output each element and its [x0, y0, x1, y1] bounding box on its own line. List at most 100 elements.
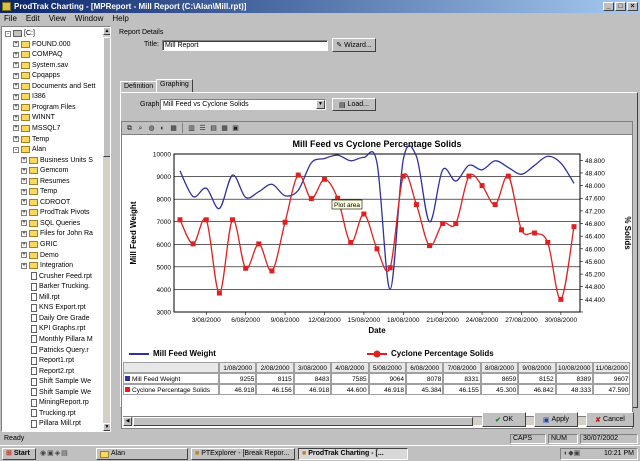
expand-icon[interactable]: + [21, 220, 27, 227]
scroll-up-arrow-icon[interactable]: ▲ [103, 27, 110, 35]
properties-icon[interactable]: ▣ [231, 124, 240, 133]
table-cell[interactable]: 8331 [443, 373, 481, 384]
expand-icon[interactable]: + [13, 72, 19, 79]
tab-definition[interactable]: Definition [120, 81, 158, 92]
menu-edit[interactable]: Edit [26, 13, 40, 25]
tree-item[interactable]: + Files for John Ra [21, 229, 93, 238]
tree-item[interactable]: Patricks Query.r [21, 346, 89, 355]
menu-window[interactable]: Window [75, 13, 103, 25]
app-icon[interactable] [2, 2, 11, 11]
tree-item[interactable]: + Documents and Sett [13, 82, 95, 91]
close-button[interactable]: × [627, 2, 638, 11]
tree-item[interactable]: Report1.rpt [21, 356, 74, 365]
expand-icon[interactable]: + [13, 114, 19, 121]
table-cell[interactable]: 45.300 [480, 384, 519, 395]
tree-item[interactable]: + Gemcom [21, 166, 68, 175]
tab-graphing[interactable]: Graphing [156, 79, 193, 92]
taskbar-item-alan[interactable]: Alan [96, 448, 188, 460]
tree-item[interactable]: KNS Export.rpt [21, 303, 86, 312]
table-column-header[interactable]: 9/08/2000 [518, 362, 556, 373]
table-cell[interactable]: 46.156 [256, 384, 294, 395]
load-button[interactable]: ▤ Load... [332, 98, 376, 111]
table-column-header[interactable]: 5/08/2000 [368, 362, 406, 373]
table-cell[interactable]: 8152 [518, 373, 556, 384]
scroll-left-arrow-icon[interactable]: ◀ [123, 417, 132, 426]
taskbar-item-ptexplorer[interactable]: ■ PTExplorer - [Break Repor... [191, 448, 295, 460]
table-column-header[interactable]: 11/08/2000 [593, 362, 631, 373]
taskbar-item-prodtrak[interactable]: ■ ProdTrak Charting - [... [298, 448, 408, 460]
menu-file[interactable]: File [4, 13, 17, 25]
expand-icon[interactable]: + [21, 262, 27, 269]
tree-scrollbar[interactable]: ▲ ▼ [103, 27, 110, 431]
folder-tree[interactable]: - [C:] + FOUND.000 + COMPAQ + System.sav + Cpqapp… [1, 26, 111, 432]
copy-icon[interactable]: ⧉ [125, 124, 134, 133]
table-cell[interactable]: 8483 [293, 373, 332, 384]
tree-item[interactable]: Report2.rpt [21, 367, 74, 376]
table-row-header[interactable]: Cyclone Percentage Solids [123, 384, 219, 395]
tree-item[interactable]: KPI Graphs.rpt [21, 324, 85, 333]
data-table-icon[interactable]: ▦ [220, 124, 229, 133]
maximize-button[interactable]: □ [615, 2, 626, 11]
start-button[interactable]: ⊞ Start [2, 448, 36, 460]
table-cell[interactable]: 46.918 [219, 384, 257, 395]
table-cell[interactable]: 9255 [219, 373, 257, 384]
scroll-down-arrow-icon[interactable]: ▼ [103, 423, 110, 431]
table-column-header[interactable]: 7/08/2000 [443, 362, 481, 373]
table-cell[interactable]: 44.600 [331, 384, 369, 395]
collapse-icon[interactable]: - [5, 30, 11, 37]
color-icon[interactable]: ◐ [158, 124, 167, 133]
quick-launch-icons[interactable]: ◉▣◈▤ [40, 449, 90, 459]
tree-item[interactable]: Shift Sample We [21, 388, 91, 397]
expand-icon[interactable]: + [13, 93, 19, 100]
expand-icon[interactable]: + [21, 178, 27, 185]
table-row-header[interactable]: Mill Feed Weight [123, 373, 219, 384]
expand-icon[interactable]: + [21, 167, 27, 174]
minimize-button[interactable]: _ [603, 2, 614, 11]
tree-item[interactable]: + ProdTrak Pivots [21, 208, 90, 217]
tree-item[interactable]: MiningReport.rp [21, 398, 89, 407]
table-cell[interactable]: 9607 [593, 373, 631, 384]
expand-icon[interactable]: + [21, 230, 27, 237]
tree-item[interactable]: Barker Trucking. [21, 282, 90, 291]
table-column-header[interactable]: 10/08/2000 [555, 362, 593, 373]
cancel-button[interactable]: ✘ Cancel [586, 412, 634, 427]
zoom-icon[interactable]: ⌕ [136, 124, 145, 133]
tree-item[interactable]: + COMPAQ [13, 50, 63, 59]
menu-help[interactable]: Help [112, 13, 128, 25]
expand-icon[interactable]: + [13, 125, 19, 132]
table-cell[interactable]: 46.842 [518, 384, 556, 395]
wizard-button[interactable]: ✎ Wizard... [332, 38, 376, 52]
table-cell[interactable]: 48.333 [555, 384, 593, 395]
tree-item[interactable]: + Integration [21, 261, 73, 270]
expand-icon[interactable]: + [21, 157, 27, 164]
tree-item[interactable]: Mill.rpt [21, 293, 60, 302]
tree-item[interactable]: Monthly Pillara M [21, 335, 93, 344]
table-cell[interactable]: 46.155 [443, 384, 481, 395]
expand-icon[interactable]: + [13, 104, 19, 111]
tree-item[interactable]: + Program Files [13, 103, 76, 112]
table-cell[interactable]: 8659 [480, 373, 519, 384]
table-cell[interactable]: 46.918 [368, 384, 406, 395]
tree-item[interactable]: Crusher Feed.rpt [21, 272, 92, 281]
tree-item[interactable]: Shift Sample We [21, 377, 91, 386]
tree-item[interactable]: + MSSQL7 [13, 124, 60, 133]
tree-item[interactable]: Daily Ore Grade [21, 314, 90, 323]
tree-item[interactable]: + Resumes [21, 177, 70, 186]
scroll-thumb[interactable] [103, 37, 110, 157]
menu-view[interactable]: View [49, 13, 66, 25]
table-cell[interactable]: 45.384 [406, 384, 444, 395]
chevron-down-icon[interactable]: ▼ [316, 100, 325, 109]
tree-item[interactable]: + Temp [21, 187, 57, 196]
hscroll-thumb[interactable] [133, 417, 473, 426]
expand-icon[interactable]: + [21, 241, 27, 248]
tree-item[interactable]: + SQL Queries [21, 219, 80, 228]
grid-icon[interactable]: ▥ [187, 124, 196, 133]
table-cell[interactable]: 8115 [256, 373, 294, 384]
tree-item[interactable]: - Alan [13, 145, 46, 154]
table-column-header[interactable]: 8/08/2000 [480, 362, 519, 373]
table-cell[interactable]: 7585 [331, 373, 369, 384]
table-column-header[interactable]: 6/08/2000 [406, 362, 444, 373]
tree-item[interactable]: Pillara Mill.rpt [21, 419, 81, 428]
collapse-icon[interactable]: - [13, 146, 19, 153]
tree-item[interactable]: + FOUND.000 [13, 40, 71, 49]
